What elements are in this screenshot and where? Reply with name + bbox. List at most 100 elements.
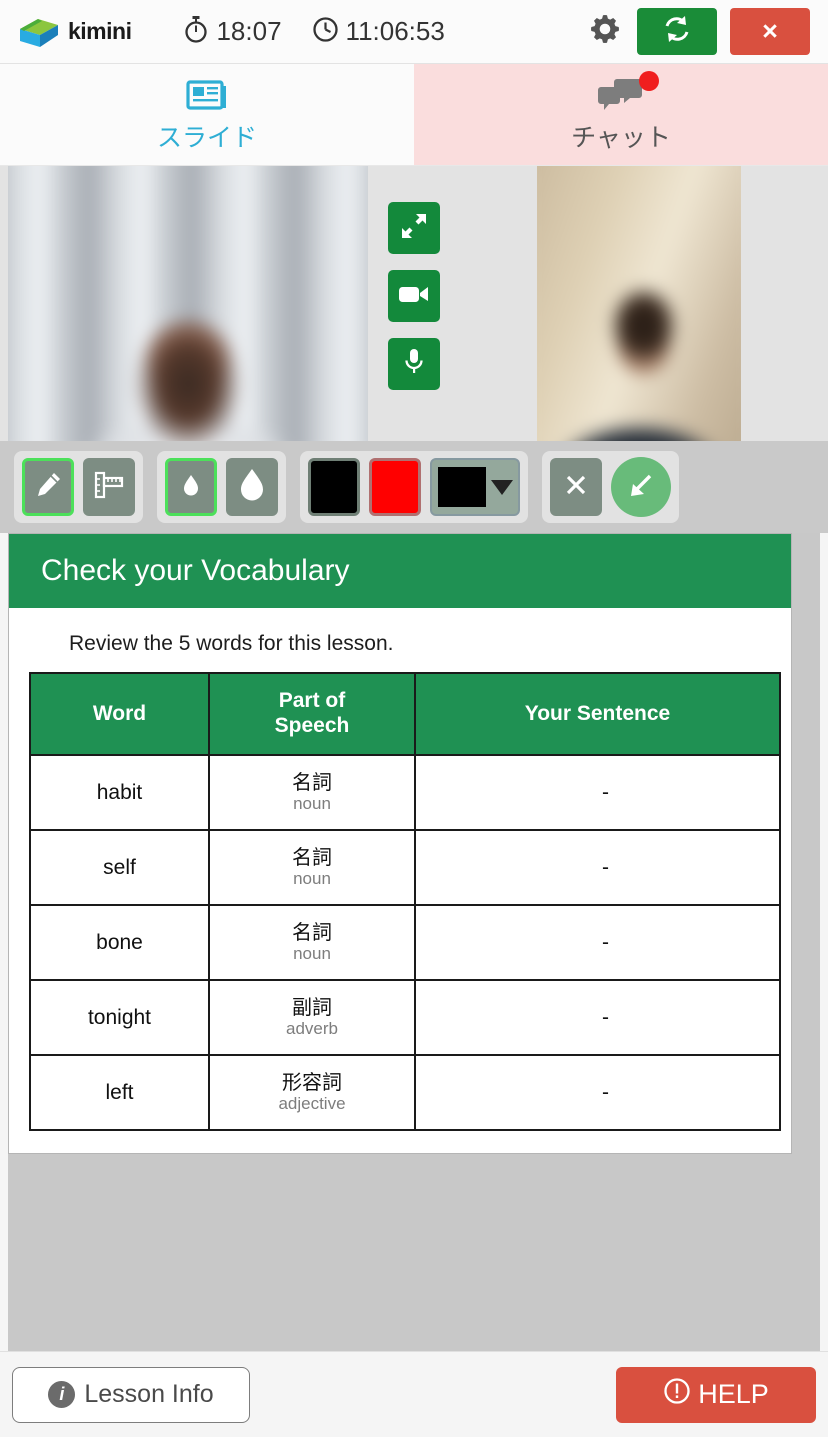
lesson-timer-value: 18:07 [216, 16, 282, 46]
slide-title: Check your Vocabulary [9, 534, 791, 608]
settings-button[interactable] [586, 13, 624, 51]
clock-time: 11:06:53 [312, 16, 445, 48]
vocabulary-table: Word Part of Speech Your Sentence habit [29, 672, 781, 1131]
current-color-preview [437, 467, 486, 507]
pen-tool[interactable] [22, 458, 74, 516]
lesson-info-button[interactable]: i Lesson Info [12, 1366, 250, 1423]
brand-name: kimini [68, 18, 132, 44]
video-panel [0, 166, 828, 441]
pos-english: adverb [286, 1018, 338, 1038]
ruler-tool[interactable] [83, 458, 135, 516]
slides-icon [186, 75, 228, 115]
drawing-toolbar [0, 441, 828, 533]
cell-part-of-speech: 名詞 noun [208, 754, 416, 831]
table-head: Word Part of Speech Your Sentence [29, 672, 781, 756]
collapse-toolbar[interactable] [611, 457, 671, 517]
tool-group-actions [542, 451, 679, 523]
brand-logo: kimini [18, 15, 132, 49]
video-camera-icon [398, 282, 430, 311]
cell-part-of-speech: 名詞 noun [208, 904, 416, 981]
table-row: left 形容詞 adjective - [29, 1054, 781, 1131]
tool-group-stroke [157, 451, 286, 523]
gear-icon [587, 11, 623, 52]
close-x-icon [564, 473, 588, 502]
table-body: habit 名詞 noun - self 名詞 noun - bone 名詞 n… [29, 754, 781, 1131]
slide-subtitle: Review the 5 words for this lesson. [69, 632, 394, 655]
large-droplet-icon [238, 467, 266, 508]
help-label: HELP [698, 1379, 769, 1409]
fullscreen-button[interactable] [388, 202, 440, 254]
local-video-stream [8, 166, 368, 441]
close-icon: × [762, 16, 778, 46]
cell-part-of-speech: 名詞 noun [208, 829, 416, 906]
tool-group-color [300, 451, 528, 523]
app-header: kimini 18:07 11:06:53 × [0, 0, 828, 64]
stopwatch-icon [183, 14, 209, 49]
refresh-icon [661, 13, 693, 50]
thin-stroke-tool[interactable] [165, 458, 217, 516]
expand-arrows-icon [399, 211, 429, 246]
color-picker[interactable] [430, 458, 520, 516]
thick-stroke-tool[interactable] [226, 458, 278, 516]
reload-button[interactable] [637, 8, 717, 55]
cell-word: tonight [29, 979, 210, 1056]
lesson-info-label: Lesson Info [84, 1380, 214, 1408]
chat-unread-badge [639, 71, 659, 91]
local-video-tile[interactable] [8, 166, 368, 441]
pos-header-line2: Speech [274, 714, 350, 737]
pen-icon [33, 470, 63, 505]
microphone-button[interactable] [388, 338, 440, 390]
app-footer: i Lesson Info HELP [0, 1351, 828, 1437]
clock-icon [312, 16, 339, 48]
tab-chat-label: チャット [571, 124, 671, 152]
slide-body: Review the 5 words for this lesson. Word… [9, 608, 791, 1153]
pos-header-line1: Part of [278, 689, 346, 713]
header-timers: 18:07 11:06:53 [183, 14, 445, 49]
chat-bubbles-icon [595, 71, 659, 115]
kimini-lesson-app: kimini 18:07 11:06:53 × スライド チャット Check … [0, 0, 828, 1437]
video-controls [388, 202, 440, 390]
cell-your-sentence: - [414, 754, 781, 831]
column-header-word: Word [29, 672, 210, 756]
arrow-down-left-icon [626, 470, 656, 505]
cell-word: self [29, 829, 210, 906]
clock-time-value: 11:06:53 [345, 16, 445, 46]
pos-english: noun [293, 868, 331, 888]
header-actions: × [586, 8, 818, 55]
microphone-icon [403, 347, 425, 382]
cell-word: habit [29, 754, 210, 831]
camera-button[interactable] [388, 270, 440, 322]
table-row: tonight 副詞 adverb - [29, 979, 781, 1056]
chevron-down-icon [490, 479, 513, 495]
tab-slides[interactable]: スライド [0, 64, 414, 165]
close-button[interactable]: × [730, 8, 810, 55]
info-icon: i [48, 1381, 76, 1408]
kimini-logo-icon [18, 15, 60, 49]
help-button[interactable]: HELP [616, 1366, 816, 1423]
pos-japanese: 副詞 [292, 996, 332, 1019]
cell-your-sentence: - [414, 1054, 781, 1131]
cell-your-sentence: - [414, 829, 781, 906]
lesson-timer: 18:07 [183, 14, 282, 49]
color-red[interactable] [369, 458, 421, 516]
pos-japanese: 名詞 [292, 846, 332, 869]
column-header-part-of-speech: Part of Speech [208, 672, 416, 756]
slide-area: Check your Vocabulary Review the 5 words… [8, 533, 820, 1351]
tab-bar: スライド チャット [0, 64, 828, 166]
ruler-icon [93, 469, 125, 506]
tab-chat[interactable]: チャット [414, 64, 828, 165]
remote-video-tile[interactable] [537, 166, 741, 441]
remote-video-stream [537, 166, 741, 441]
pos-english: noun [293, 943, 331, 963]
tab-slides-label: スライド [156, 124, 257, 152]
color-black[interactable] [308, 458, 360, 516]
cell-word: bone [29, 904, 210, 981]
cell-word: left [29, 1054, 210, 1131]
small-droplet-icon [182, 473, 200, 502]
table-row: self 名詞 noun - [29, 829, 781, 906]
pos-japanese: 名詞 [292, 921, 332, 944]
pos-english: adjective [278, 1093, 346, 1113]
cell-your-sentence: - [414, 904, 781, 981]
pos-japanese: 名詞 [292, 771, 332, 794]
clear-drawing[interactable] [550, 458, 602, 516]
